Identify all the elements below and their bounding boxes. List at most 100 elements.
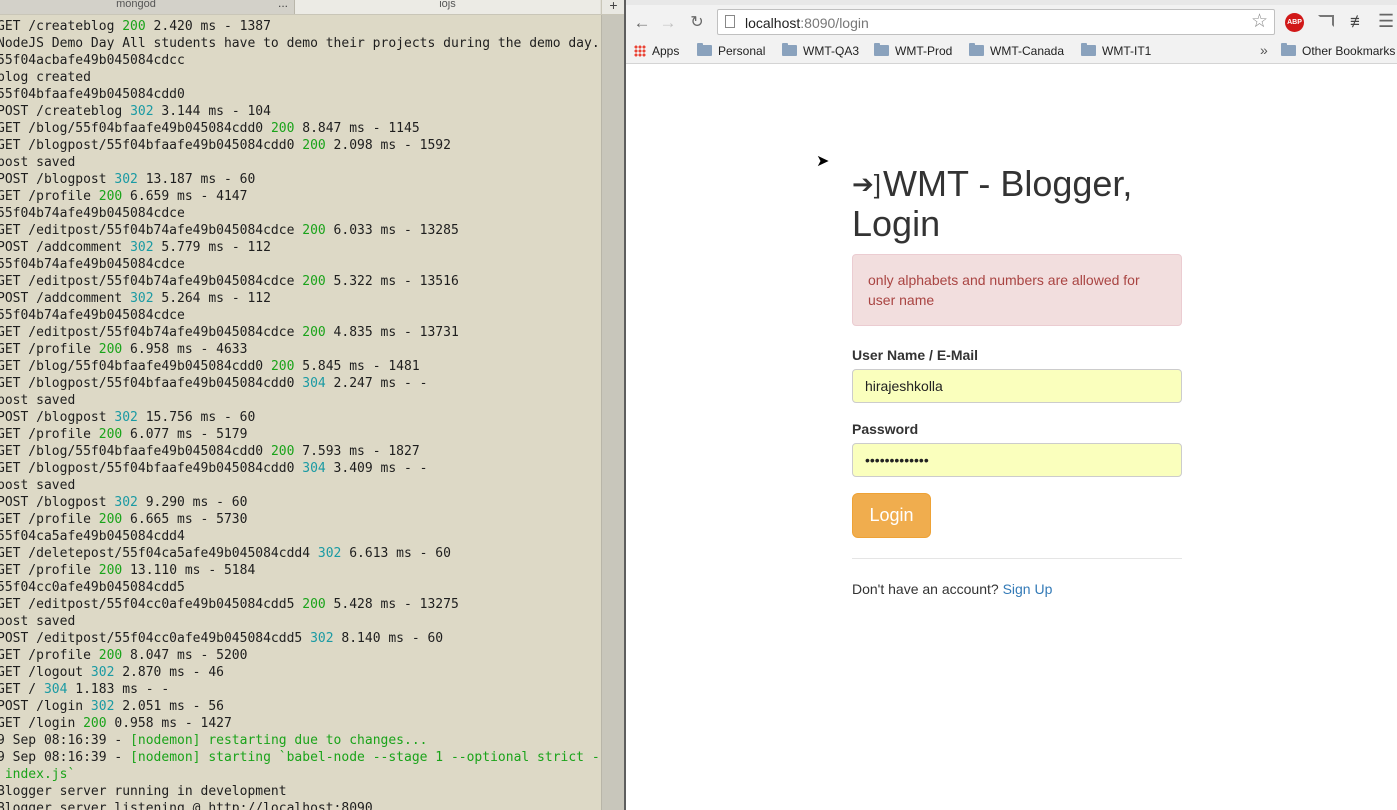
status-code: 200 [270,359,295,374]
log-text: GET /blog/55f04bfaafe49b045084cdd0 [0,359,271,374]
forward-arrow-icon[interactable]: → [657,12,679,34]
login-button[interactable]: Login [852,493,931,538]
terminal-window[interactable]: mongod ... iojs + GET /createblog 200 2.… [0,0,624,810]
terminal-tab-iojs[interactable]: iojs [295,0,600,14]
log-text: blog created [0,70,91,85]
log-text: GET /profile [0,342,99,357]
log-text: GET /blog/55f04bfaafe49b045084cdd0 [0,121,271,136]
terminal-line: GET /blogpost/55f04bfaafe49b045084cdd0 2… [0,138,451,153]
status-code: 302 [114,172,138,187]
terminal-line: POST /blogpost 302 9.290 ms - 60 [0,495,247,510]
adblock-plus-icon[interactable]: ABP [1285,13,1304,32]
bookmark-apps[interactable]: Apps [634,42,679,60]
sign-in-icon: ➔] [852,169,882,199]
add-tab-button[interactable]: + [601,0,624,14]
login-page: ➤ ➔]WMT - Blogger, Login only alphabets … [626,64,1397,810]
bookmarks-overflow-chevron-icon[interactable]: » [1260,40,1268,60]
terminal-line: 55f04cc0afe49b045084cdd5 [0,580,185,595]
mouse-pointer-icon: ➤ [816,153,830,170]
bookmark-wmt-qa3[interactable]: WMT-QA3 [782,42,859,60]
terminal-line: 55f04b74afe49b045084cdce [0,257,185,272]
status-code: 200 [302,138,326,153]
address-bar[interactable]: localhost:8090/login ☆ [717,9,1275,35]
log-text: 8.847 ms - 1145 [294,121,420,136]
log-text: GET /blog/55f04bfaafe49b045084cdd0 [0,444,271,459]
log-text: 9 Sep 08:16:39 - [0,750,131,765]
log-text: POST /login [0,699,91,714]
password-input[interactable] [852,443,1182,477]
log-text: 7.593 ms - 1827 [294,444,420,459]
status-code: 302 [114,410,138,425]
terminal-line: Blogger server listening @ http://localh… [0,801,373,810]
folder-icon [1281,43,1296,56]
status-code: 302 [317,546,342,561]
terminal-scrollbar[interactable] [601,15,624,810]
terminal-line: POST /blogpost 302 15.756 ms - 60 [0,410,255,425]
log-text: post saved [0,155,76,170]
tab-menu-icon[interactable]: ... [278,0,288,9]
bookmark-personal[interactable]: Personal [697,42,765,60]
signup-link[interactable]: Sign Up [1003,581,1053,597]
log-text: 2.051 ms - 56 [114,699,224,714]
terminal-line: GET /blog/55f04bfaafe49b045084cdd0 200 7… [0,444,420,459]
terminal-line: GET /createblog 200 2.420 ms - 1387 [0,19,271,34]
log-text: 8.047 ms - 5200 [122,648,248,663]
log-text: 15.756 ms - 60 [137,410,256,425]
terminal-line: post saved [0,614,75,629]
status-code: 200 [270,444,295,459]
log-text: 55f04acbafe49b045084cdcc [0,53,185,68]
cast-icon[interactable] [1318,15,1334,27]
bookmark-wmt-it1[interactable]: WMT-IT1 [1081,42,1151,60]
terminal-output[interactable]: GET /createblog 200 2.420 ms - 1387 Node… [0,18,608,810]
browser-toolbar: ← → ↻ localhost:8090/login ☆ ABP ≢ ☰ [626,5,1397,39]
status-code: 200 [83,716,107,731]
folder-icon [1081,43,1096,56]
bookmark-other-bookmarks[interactable]: Other Bookmarks [1281,42,1395,60]
status-code: 302 [90,699,115,714]
status-code: 304 [43,682,68,697]
terminal-line: index.js` [0,767,75,782]
username-input[interactable] [852,369,1182,403]
hamburger-menu-icon[interactable]: ☰ [1378,11,1394,31]
log-text: 8.140 ms - 60 [333,631,444,646]
log-text: GET /editpost/55f04b74afe49b045084cdce [0,325,303,340]
folder-icon [782,43,797,56]
status-code: 200 [302,597,326,612]
bookmark-star-icon[interactable]: ☆ [1251,11,1268,33]
signup-row: Don't have an account? Sign Up [852,579,1182,599]
status-code: 302 [130,240,154,255]
terminal-line: NodeJS Demo Day All students have to dem… [0,36,600,51]
extension-icon[interactable]: ≢ [1350,12,1367,32]
log-text: 13.187 ms - 60 [137,172,256,187]
reload-icon[interactable]: ↻ [686,12,708,34]
log-text: POST /addcomment [0,291,131,306]
bookmark-wmt-prod[interactable]: WMT-Prod [874,42,952,60]
status-code: 200 [98,648,123,663]
log-text: GET /editpost/55f04b74afe49b045084cdce [0,274,303,289]
log-text: GET / [0,682,44,697]
log-text: POST /editpost/55f04cc0afe49b045084cdd5 [0,631,311,646]
terminal-line: GET /profile 200 13.110 ms - 5184 [0,563,255,578]
url-text[interactable]: localhost:8090/login [745,15,869,31]
bookmark-label: WMT-Canada [990,44,1065,58]
log-text: POST /blogpost [0,410,115,425]
terminal-tab-mongod[interactable]: mongod ... [0,0,295,14]
bookmark-label: Other Bookmarks [1302,44,1396,58]
form-divider [852,558,1182,559]
log-text: 2.420 ms - 1387 [145,19,271,34]
log-text: 6.033 ms - 13285 [325,223,459,238]
log-text: POST /blogpost [0,172,115,187]
status-code: 302 [90,665,115,680]
log-text: 3.144 ms - 104 [153,104,271,119]
terminal-line: GET /editpost/55f04b74afe49b045084cdce 2… [0,325,459,340]
status-code: 200 [302,325,326,340]
login-form-container: ➔]WMT - Blogger, Login only alphabets an… [852,164,1182,599]
log-text: 6.958 ms - 4633 [122,342,248,357]
bookmark-wmt-canada[interactable]: WMT-Canada [969,42,1064,60]
log-text: 9 Sep 08:16:39 - [0,733,131,748]
terminal-line: GET /blog/55f04bfaafe49b045084cdd0 200 8… [0,121,420,136]
log-text: 3.409 ms - - [325,461,428,476]
log-text: 2.870 ms - 46 [114,665,224,680]
terminal-line: POST /blogpost 302 13.187 ms - 60 [0,172,255,187]
back-arrow-icon[interactable]: ← [631,12,653,34]
